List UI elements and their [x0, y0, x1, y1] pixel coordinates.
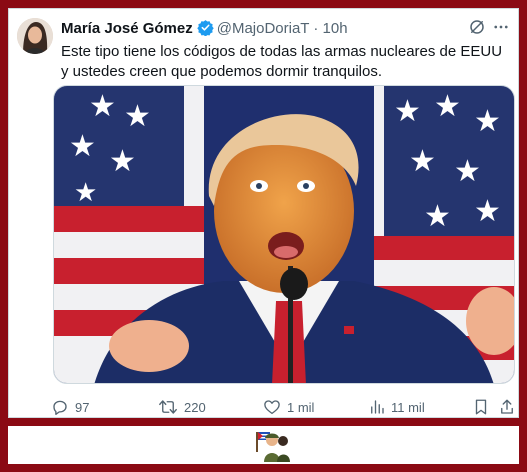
views-icon — [369, 398, 385, 416]
retweet-button[interactable]: 220 — [158, 397, 206, 417]
reply-count: 97 — [75, 399, 90, 415]
user-handle[interactable]: @MajoDoriaT — [217, 20, 309, 37]
tweet-card[interactable]: María José Gómez @MajoDoriaT · 10h Este t… — [8, 8, 519, 418]
share-button[interactable] — [499, 397, 515, 417]
svg-text:★: ★ — [124, 99, 151, 134]
tweet-header: María José Gómez @MajoDoriaT · 10h — [61, 19, 348, 40]
grok-icon[interactable] — [468, 18, 486, 41]
time-separator: · — [313, 20, 319, 37]
verified-badge-icon — [197, 19, 214, 40]
svg-text:★: ★ — [454, 154, 481, 189]
views-count: 11 mil — [391, 399, 425, 415]
soldier-with-flag-icon — [252, 428, 292, 467]
display-name[interactable]: María José Gómez — [61, 20, 193, 37]
like-count: 1 mil — [287, 399, 315, 415]
more-icon[interactable] — [492, 18, 510, 41]
share-icon — [499, 398, 515, 416]
reply-icon — [51, 398, 69, 416]
avatar[interactable] — [17, 18, 53, 54]
svg-text:★: ★ — [89, 89, 116, 124]
bookmark-button[interactable] — [473, 397, 489, 417]
views-button[interactable]: 11 mil — [369, 397, 425, 417]
tweet-actions: 97 220 1 mil 11 mil — [51, 397, 517, 417]
svg-text:★: ★ — [474, 104, 501, 139]
svg-text:★: ★ — [69, 129, 96, 164]
tweet-time[interactable]: 10h — [323, 20, 348, 37]
reply-button[interactable]: 97 — [51, 397, 89, 417]
retweet-icon — [158, 398, 178, 416]
heart-icon — [263, 398, 281, 416]
svg-text:★: ★ — [394, 94, 421, 129]
svg-text:★: ★ — [74, 178, 97, 208]
bookmark-icon — [473, 398, 489, 416]
svg-text:★: ★ — [474, 194, 501, 229]
tweet-photo[interactable]: ★ ★ ★ ★ ★ ★ ★ ★ ★ ★ ★ ★ — [53, 85, 515, 384]
retweet-count: 220 — [184, 399, 206, 415]
svg-text:★: ★ — [424, 199, 451, 234]
svg-text:★: ★ — [434, 89, 461, 124]
svg-text:★: ★ — [109, 144, 136, 179]
like-button[interactable]: 1 mil — [263, 397, 314, 417]
svg-text:★: ★ — [409, 144, 436, 179]
tweet-text: Este tipo tiene los códigos de todas las… — [61, 43, 503, 80]
caption-bar — [8, 426, 519, 464]
